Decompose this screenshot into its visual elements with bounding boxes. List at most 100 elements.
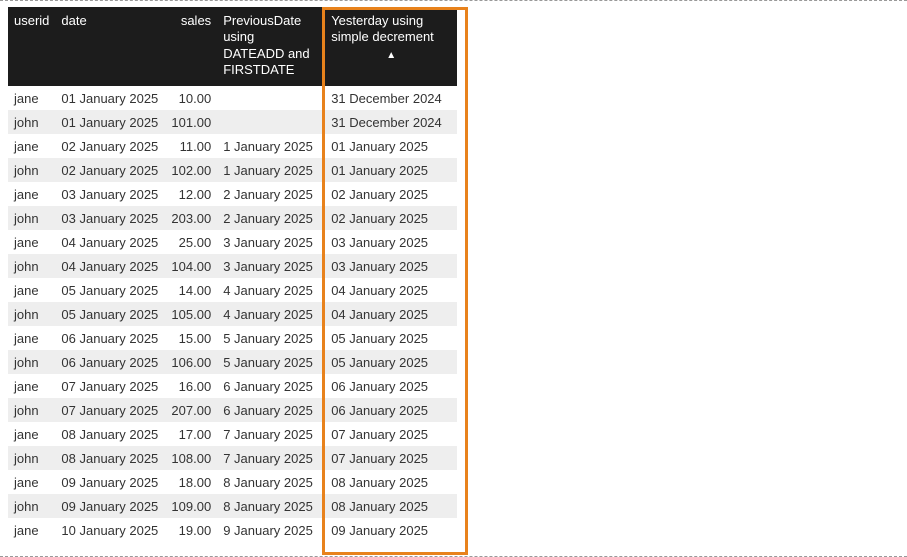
table-row[interactable]: john01 January 2025101.0031 December 202… [8, 110, 457, 134]
cell-userid: john [8, 302, 55, 326]
cell-prevdate: 4 January 2025 [217, 302, 321, 326]
cell-date: 06 January 2025 [55, 326, 165, 350]
cell-sales: 15.00 [165, 326, 217, 350]
cell-userid: jane [8, 278, 55, 302]
cell-userid: jane [8, 422, 55, 446]
cell-userid: jane [8, 182, 55, 206]
cell-prevdate: 9 January 2025 [217, 518, 321, 542]
table-row[interactable]: jane08 January 202517.007 January 202507… [8, 422, 457, 446]
cell-sales: 101.00 [165, 110, 217, 134]
cell-userid: jane [8, 230, 55, 254]
table-row[interactable]: jane01 January 202510.0031 December 2024 [8, 86, 457, 110]
column-header-yesterday-label: Yesterday using simple decrement [331, 13, 434, 44]
column-header-date[interactable]: date [55, 7, 165, 86]
table-row[interactable]: john06 January 2025106.005 January 20250… [8, 350, 457, 374]
cell-yesterday: 31 December 2024 [321, 86, 457, 110]
cell-userid: jane [8, 86, 55, 110]
cell-prevdate: 5 January 2025 [217, 326, 321, 350]
cell-prevdate: 7 January 2025 [217, 422, 321, 446]
cell-date: 05 January 2025 [55, 278, 165, 302]
cell-userid: jane [8, 518, 55, 542]
cell-yesterday: 01 January 2025 [321, 158, 457, 182]
cell-yesterday: 03 January 2025 [321, 230, 457, 254]
cell-prevdate: 6 January 2025 [217, 374, 321, 398]
table-row[interactable]: jane10 January 202519.009 January 202509… [8, 518, 457, 542]
cell-sales: 12.00 [165, 182, 217, 206]
table-row[interactable]: john02 January 2025102.001 January 20250… [8, 158, 457, 182]
cell-yesterday: 08 January 2025 [321, 494, 457, 518]
cell-yesterday: 07 January 2025 [321, 446, 457, 470]
cell-date: 10 January 2025 [55, 518, 165, 542]
cell-prevdate: 3 January 2025 [217, 254, 321, 278]
cell-userid: john [8, 398, 55, 422]
cell-userid: john [8, 110, 55, 134]
cell-sales: 19.00 [165, 518, 217, 542]
table-row[interactable]: john05 January 2025105.004 January 20250… [8, 302, 457, 326]
column-header-userid[interactable]: userid [8, 7, 55, 86]
column-header-sales[interactable]: sales [165, 7, 217, 86]
cell-sales: 106.00 [165, 350, 217, 374]
cell-date: 03 January 2025 [55, 206, 165, 230]
table-row[interactable]: jane06 January 202515.005 January 202505… [8, 326, 457, 350]
cell-userid: john [8, 494, 55, 518]
data-table-container: userid date sales PreviousDate using DAT… [8, 7, 899, 552]
cell-prevdate: 1 January 2025 [217, 158, 321, 182]
cell-sales: 25.00 [165, 230, 217, 254]
cell-prevdate: 3 January 2025 [217, 230, 321, 254]
cell-prevdate [217, 86, 321, 110]
cell-sales: 104.00 [165, 254, 217, 278]
table-row[interactable]: john08 January 2025108.007 January 20250… [8, 446, 457, 470]
cell-userid: john [8, 350, 55, 374]
cell-sales: 14.00 [165, 278, 217, 302]
table-row[interactable]: jane02 January 202511.001 January 202501… [8, 134, 457, 158]
data-table: userid date sales PreviousDate using DAT… [8, 7, 457, 542]
cell-sales: 108.00 [165, 446, 217, 470]
table-body: jane 01 January 2025 10.00 31 December 2024… [8, 86, 457, 542]
cell-yesterday: 04 January 2025 [321, 302, 457, 326]
cell-prevdate: 5 January 2025 [217, 350, 321, 374]
table-row[interactable]: john07 January 2025207.006 January 20250… [8, 398, 457, 422]
cell-yesterday: 08 January 2025 [321, 470, 457, 494]
cell-prevdate [217, 110, 321, 134]
table-row[interactable]: john03 January 2025203.002 January 20250… [8, 206, 457, 230]
cell-prevdate: 8 January 2025 [217, 470, 321, 494]
column-header-yesterday[interactable]: Yesterday using simple decrement ▲ [321, 7, 457, 86]
cell-userid: jane [8, 326, 55, 350]
cell-yesterday: 04 January 2025 [321, 278, 457, 302]
cell-date: 04 January 2025 [55, 230, 165, 254]
cell-date: 02 January 2025 [55, 134, 165, 158]
table-row[interactable]: john04 January 2025104.003 January 20250… [8, 254, 457, 278]
table-row[interactable]: jane07 January 202516.006 January 202506… [8, 374, 457, 398]
cell-yesterday: 01 January 2025 [321, 134, 457, 158]
table-row[interactable]: john09 January 2025109.008 January 20250… [8, 494, 457, 518]
cell-userid: john [8, 158, 55, 182]
column-header-prevdate[interactable]: PreviousDate using DATEADD and FIRSTDATE [217, 7, 321, 86]
sort-ascending-icon: ▲ [331, 50, 451, 63]
cell-yesterday: 05 January 2025 [321, 326, 457, 350]
cell-date: 05 January 2025 [55, 302, 165, 326]
cell-date: 07 January 2025 [55, 398, 165, 422]
cell-yesterday: 07 January 2025 [321, 422, 457, 446]
table-row[interactable]: jane05 January 202514.004 January 202504… [8, 278, 457, 302]
cell-yesterday: 06 January 2025 [321, 374, 457, 398]
cell-sales: 10.00 [165, 86, 217, 110]
cell-sales: 207.00 [165, 398, 217, 422]
cell-date: 02 January 2025 [55, 158, 165, 182]
cell-yesterday: 31 December 2024 [321, 110, 457, 134]
cell-date: 09 January 2025 [55, 470, 165, 494]
table-row[interactable]: jane03 January 202512.002 January 202502… [8, 182, 457, 206]
cell-sales: 16.00 [165, 374, 217, 398]
cell-userid: jane [8, 470, 55, 494]
cell-yesterday: 02 January 2025 [321, 182, 457, 206]
cell-sales: 17.00 [165, 422, 217, 446]
cell-yesterday: 09 January 2025 [321, 518, 457, 542]
table-row[interactable]: jane04 January 202525.003 January 202503… [8, 230, 457, 254]
table-row[interactable]: jane09 January 202518.008 January 202508… [8, 470, 457, 494]
cell-prevdate: 2 January 2025 [217, 182, 321, 206]
cell-sales: 203.00 [165, 206, 217, 230]
cell-prevdate: 2 January 2025 [217, 206, 321, 230]
cell-sales: 18.00 [165, 470, 217, 494]
cell-yesterday: 06 January 2025 [321, 398, 457, 422]
cell-date: 08 January 2025 [55, 422, 165, 446]
cell-sales: 105.00 [165, 302, 217, 326]
